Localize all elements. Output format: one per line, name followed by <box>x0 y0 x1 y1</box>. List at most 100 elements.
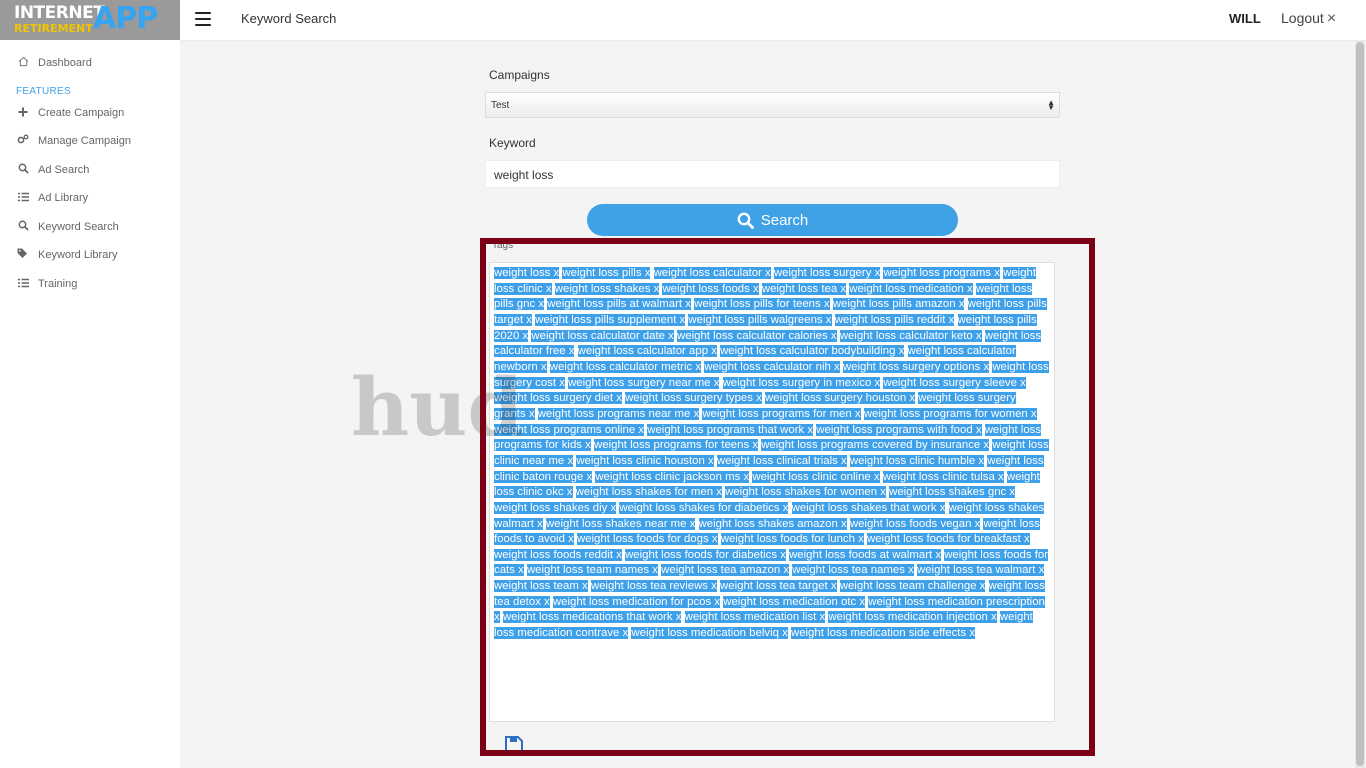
tag-remove-icon[interactable]: x <box>616 549 622 561</box>
tag-remove-icon[interactable]: x <box>523 330 529 342</box>
tag-remove-icon[interactable]: x <box>538 298 544 310</box>
tag-remove-icon[interactable]: x <box>654 283 660 295</box>
keyword-tag[interactable]: weight loss calculator calories x <box>677 329 837 342</box>
tag-remove-icon[interactable]: x <box>753 283 759 295</box>
keyword-tag[interactable]: weight loss tea target x <box>720 580 837 593</box>
tag-remove-icon[interactable]: x <box>756 392 762 404</box>
tag-remove-icon[interactable]: x <box>807 424 813 436</box>
tag-remove-icon[interactable]: x <box>541 361 547 373</box>
keyword-tag[interactable]: weight loss shakes for diabetics x <box>619 501 789 514</box>
keyword-tag[interactable]: weight loss clinical trials x <box>716 454 847 467</box>
tag-remove-icon[interactable]: x <box>711 580 717 592</box>
page-scrollbar[interactable] <box>1355 40 1365 768</box>
tag-remove-icon[interactable]: x <box>676 611 682 623</box>
tag-remove-icon[interactable]: x <box>645 267 651 279</box>
tag-remove-icon[interactable]: x <box>652 564 658 576</box>
tag-remove-icon[interactable]: x <box>841 518 847 530</box>
tag-remove-icon[interactable]: x <box>899 345 905 357</box>
tag-remove-icon[interactable]: x <box>616 392 622 404</box>
keyword-tag[interactable]: weight loss calculator metric x <box>549 360 702 373</box>
keyword-tag[interactable]: weight loss shakes gnc x <box>889 486 1016 499</box>
sidebar-item-ad-library[interactable]: Ad Library <box>16 188 88 208</box>
keyword-tag[interactable]: weight loss team challenge x <box>839 580 986 593</box>
tag-remove-icon[interactable]: x <box>935 549 941 561</box>
tag-remove-icon[interactable]: x <box>711 345 717 357</box>
tags-textarea[interactable]: weight loss x weight loss pills x weight… <box>489 262 1055 722</box>
tag-remove-icon[interactable]: x <box>695 361 701 373</box>
tag-remove-icon[interactable]: x <box>859 596 865 608</box>
tag-remove-icon[interactable]: x <box>940 502 946 514</box>
keyword-tag[interactable]: weight loss clinic tulsa x <box>882 470 1004 483</box>
keyword-tag[interactable]: weight loss surgery x <box>773 267 881 279</box>
keyword-tag[interactable]: weight loss foods for lunch x <box>720 533 864 546</box>
tag-remove-icon[interactable]: x <box>752 439 758 451</box>
tag-remove-icon[interactable]: x <box>831 330 837 342</box>
keyword-tag[interactable]: weight loss medication x <box>849 282 973 295</box>
tag-remove-icon[interactable]: x <box>585 439 591 451</box>
keyword-tag[interactable]: weight loss programs for teens x <box>594 439 759 452</box>
keyword-tag[interactable]: weight loss clinic humble x <box>849 454 985 467</box>
tag-remove-icon[interactable]: x <box>554 267 560 279</box>
tag-remove-icon[interactable]: x <box>668 330 674 342</box>
keyword-tag[interactable]: weight loss programs x <box>883 267 1000 279</box>
keyword-tag[interactable]: weight loss medication list x <box>684 611 826 624</box>
sidebar-item-ad-search[interactable]: Ad Search <box>16 160 89 180</box>
logout-button[interactable]: Logout × <box>1281 10 1336 28</box>
tag-remove-icon[interactable]: x <box>780 549 786 561</box>
tag-remove-icon[interactable]: x <box>690 518 696 530</box>
tag-remove-icon[interactable]: x <box>623 627 629 639</box>
tag-remove-icon[interactable]: x <box>824 298 830 310</box>
tag-remove-icon[interactable]: x <box>586 471 592 483</box>
keyword-tag[interactable]: weight loss medication belviq x <box>631 627 788 640</box>
keyword-tag[interactable]: weight loss programs that work x <box>647 423 814 436</box>
keyword-tag[interactable]: weight loss surgery near me x <box>568 376 720 389</box>
keyword-tag[interactable]: weight loss calculator app x <box>577 345 717 358</box>
keyword-tag[interactable]: weight loss clinic houston x <box>576 454 714 467</box>
tag-remove-icon[interactable]: x <box>991 611 997 623</box>
tag-remove-icon[interactable]: x <box>976 330 982 342</box>
keyword-tag[interactable]: weight loss calculator nih x <box>704 360 840 373</box>
tag-remove-icon[interactable]: x <box>783 502 789 514</box>
tag-remove-icon[interactable]: x <box>826 314 832 326</box>
keyword-tag[interactable]: weight loss pills for teens x <box>694 298 830 311</box>
tag-remove-icon[interactable]: x <box>611 502 617 514</box>
tag-remove-icon[interactable]: x <box>714 596 720 608</box>
keyword-tag[interactable]: weight loss surgery houston x <box>765 392 916 405</box>
tag-remove-icon[interactable]: x <box>638 424 644 436</box>
tag-remove-icon[interactable]: x <box>834 361 840 373</box>
keyword-tag[interactable]: weight loss programs for women x <box>863 407 1037 420</box>
tag-remove-icon[interactable]: x <box>546 283 552 295</box>
tag-remove-icon[interactable]: x <box>980 580 986 592</box>
tag-remove-icon[interactable]: x <box>998 471 1004 483</box>
tag-remove-icon[interactable]: x <box>494 611 500 623</box>
tag-remove-icon[interactable]: x <box>875 267 881 279</box>
tag-remove-icon[interactable]: x <box>983 439 989 451</box>
tag-remove-icon[interactable]: x <box>716 486 722 498</box>
keyword-tag[interactable]: weight loss pills x <box>562 267 651 279</box>
keyword-tag[interactable]: weight loss x <box>494 267 560 279</box>
keyword-tag[interactable]: weight loss shakes diy x <box>494 501 617 514</box>
tag-remove-icon[interactable]: x <box>782 627 788 639</box>
keyword-tag[interactable]: weight loss medication for pcos x <box>552 595 721 608</box>
tag-remove-icon[interactable]: x <box>537 518 543 530</box>
tag-remove-icon[interactable]: x <box>840 283 846 295</box>
sidebar-item-manage-campaign[interactable]: Manage Campaign <box>16 131 131 151</box>
tag-remove-icon[interactable]: x <box>949 314 955 326</box>
keyword-tag[interactable]: weight loss calculator date x <box>531 329 674 342</box>
keyword-tag[interactable]: weight loss shakes for men x <box>575 486 722 499</box>
tag-remove-icon[interactable]: x <box>712 533 718 545</box>
sidebar-item-training[interactable]: Training <box>16 274 77 294</box>
scrollbar-thumb[interactable] <box>1356 42 1364 766</box>
sidebar-item-dashboard[interactable]: Dashboard <box>16 53 92 73</box>
keyword-tag[interactable]: weight loss tea x <box>761 282 847 295</box>
tag-remove-icon[interactable]: x <box>680 314 686 326</box>
tag-remove-icon[interactable]: x <box>526 314 532 326</box>
keyword-tag[interactable]: weight loss tea reviews x <box>590 580 717 593</box>
tag-remove-icon[interactable]: x <box>567 486 573 498</box>
keyword-tag[interactable]: weight loss pills supplement x <box>535 313 686 326</box>
tag-remove-icon[interactable]: x <box>819 611 825 623</box>
tag-remove-icon[interactable]: x <box>841 455 847 467</box>
tag-remove-icon[interactable]: x <box>978 455 984 467</box>
campaign-select[interactable]: Test ▲ ▼ <box>485 92 1060 118</box>
tag-remove-icon[interactable]: x <box>975 518 981 530</box>
